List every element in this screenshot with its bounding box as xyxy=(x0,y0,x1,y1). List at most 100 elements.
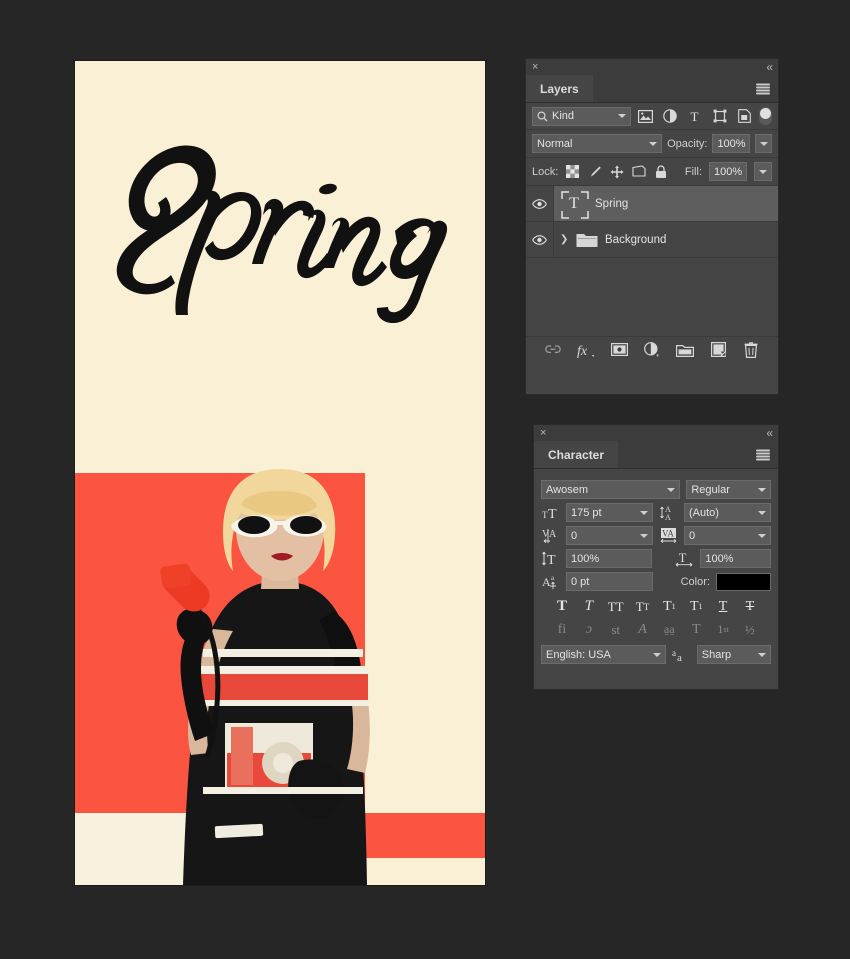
close-icon[interactable]: × xyxy=(532,61,538,73)
text-color-swatch[interactable] xyxy=(715,572,771,591)
superscript-button[interactable]: T1 xyxy=(657,597,681,616)
link-icon[interactable] xyxy=(543,340,563,360)
character-controls: Awosem Regular TT 175 pt AA (Auto) V A 0… xyxy=(534,469,778,672)
chevron-down-icon xyxy=(758,652,766,657)
faux-style-buttons: T T TT TT T1 T1 T T xyxy=(541,595,771,618)
chevron-right-icon[interactable]: ❯ xyxy=(560,234,569,245)
close-icon[interactable]: × xyxy=(540,427,546,439)
collapse-icon[interactable]: « xyxy=(766,427,773,439)
stylistic-alternates-button[interactable]: a̱a̱ xyxy=(657,620,681,639)
antialias-select[interactable]: Sharp xyxy=(696,645,771,664)
leading-value: (Auto) xyxy=(689,506,719,519)
layers-empty-area[interactable] xyxy=(526,258,778,336)
filter-kind-select[interactable]: Kind xyxy=(532,106,631,126)
tracking-input[interactable]: 0 xyxy=(684,526,771,545)
lock-image-pixels[interactable] xyxy=(587,162,602,182)
layers-bottom-toolbar: fx xyxy=(526,336,778,362)
font-family-select[interactable]: Awosem xyxy=(541,480,681,499)
font-size-input[interactable]: 175 pt xyxy=(566,503,653,522)
fill-value: 100% xyxy=(714,165,743,178)
faux-italic-button[interactable]: T xyxy=(577,597,601,616)
layers-filter-row: Kind T xyxy=(526,103,778,130)
font-family-value: Awosem xyxy=(546,483,588,496)
antialias-value: Sharp xyxy=(701,648,732,661)
font-style-select[interactable]: Regular xyxy=(686,480,771,499)
layer-name-background: Background xyxy=(605,233,667,246)
chevron-down-icon xyxy=(758,510,766,515)
character-panel-menu-icon[interactable] xyxy=(756,449,770,460)
color-label: Color: xyxy=(680,575,710,588)
photoshop-workspace: × « Layers Kind T Normal Opacity: 100% L… xyxy=(0,0,850,959)
strikethrough-button[interactable]: T xyxy=(738,597,762,616)
folder-icon[interactable] xyxy=(675,340,695,360)
layers-panel-menu-icon[interactable] xyxy=(756,83,770,94)
opacity-input[interactable]: 100% xyxy=(712,134,751,153)
collapse-icon[interactable]: « xyxy=(766,61,773,73)
filter-enable-toggle[interactable] xyxy=(759,107,772,125)
filter-shape-layers[interactable] xyxy=(710,106,730,126)
discretionary-ligatures-button[interactable]: st xyxy=(604,620,628,639)
horizontal-scale-input[interactable]: 100% xyxy=(700,549,771,568)
layers-lock-row: Lock: Fill: 100% xyxy=(526,158,778,186)
ordinals-button[interactable]: 1st xyxy=(711,620,735,639)
layer-row-body[interactable]: ❯ Background xyxy=(554,222,778,257)
titling-alternates-button[interactable]: T xyxy=(684,620,708,639)
baseline-color-row: Aa 0 pt Color: xyxy=(541,572,771,591)
vertical-scale-icon: T xyxy=(541,549,560,568)
filter-adjustment-layers[interactable] xyxy=(660,106,680,126)
tracking-icon: VA xyxy=(659,526,678,545)
svg-text:a: a xyxy=(677,652,682,663)
opacity-value: 100% xyxy=(717,137,746,150)
layers-blend-row: Normal Opacity: 100% xyxy=(526,130,778,158)
trash-icon[interactable] xyxy=(741,340,761,360)
kerning-input[interactable]: 0 xyxy=(566,526,653,545)
lock-position[interactable] xyxy=(609,162,624,182)
language-select[interactable]: English: USA xyxy=(541,645,666,664)
font-style-value: Regular xyxy=(691,483,730,496)
fractions-button[interactable]: ½ xyxy=(738,620,762,639)
underline-button[interactable]: T xyxy=(711,597,735,616)
baseline-shift-input[interactable]: 0 pt xyxy=(566,572,653,591)
opacity-label: Opacity: xyxy=(667,137,708,150)
mask-icon[interactable] xyxy=(609,340,629,360)
adjustment-icon[interactable] xyxy=(642,340,662,360)
tab-layers[interactable]: Layers xyxy=(526,75,593,102)
blend-mode-select[interactable]: Normal xyxy=(532,134,663,153)
layer-visibility-toggle[interactable] xyxy=(526,222,554,257)
filter-smart-objects[interactable] xyxy=(734,106,754,126)
faux-bold-button[interactable]: T xyxy=(550,597,574,616)
artwork-canvas[interactable] xyxy=(75,61,485,885)
lock-transparent-pixels[interactable] xyxy=(565,162,580,182)
opentype-buttons: fi ɔ st A a̱a̱ T 1st ½ xyxy=(541,618,771,641)
tab-character[interactable]: Character xyxy=(534,441,619,468)
svg-text:A: A xyxy=(542,575,551,589)
all-caps-button[interactable]: TT xyxy=(604,597,628,616)
baseline-shift-icon: Aa xyxy=(541,572,560,591)
fill-label: Fill: xyxy=(684,165,702,178)
filter-type-layers[interactable]: T xyxy=(685,106,705,126)
new-layer-icon[interactable] xyxy=(708,340,728,360)
fill-input[interactable]: 100% xyxy=(709,162,747,181)
font-size-icon: TT xyxy=(541,503,560,522)
table-row[interactable]: T Spring xyxy=(526,186,778,222)
subscript-button[interactable]: T1 xyxy=(684,597,708,616)
lock-all[interactable] xyxy=(653,162,668,182)
fill-stepper[interactable] xyxy=(754,162,772,181)
horizontal-scale-icon: T xyxy=(675,549,694,568)
leading-input[interactable]: (Auto) xyxy=(684,503,771,522)
baseline-shift-value: 0 pt xyxy=(571,575,590,588)
fx-icon[interactable]: fx xyxy=(576,340,596,360)
standard-ligatures-button[interactable]: fi xyxy=(550,620,574,639)
vertical-scale-value: 100% xyxy=(571,552,600,565)
small-caps-button[interactable]: TT xyxy=(631,597,655,616)
contextual-alternates-button[interactable]: ɔ xyxy=(577,620,601,639)
search-icon xyxy=(537,110,548,122)
swash-button[interactable]: A xyxy=(631,620,655,639)
lock-artboard-nesting[interactable] xyxy=(631,162,646,182)
vertical-scale-input[interactable]: 100% xyxy=(566,549,653,568)
layer-visibility-toggle[interactable] xyxy=(526,186,554,221)
layer-row-body[interactable]: T Spring xyxy=(554,186,778,221)
table-row[interactable]: ❯ Background xyxy=(526,222,778,258)
filter-pixel-layers[interactable] xyxy=(636,106,656,126)
opacity-stepper[interactable] xyxy=(755,134,772,153)
